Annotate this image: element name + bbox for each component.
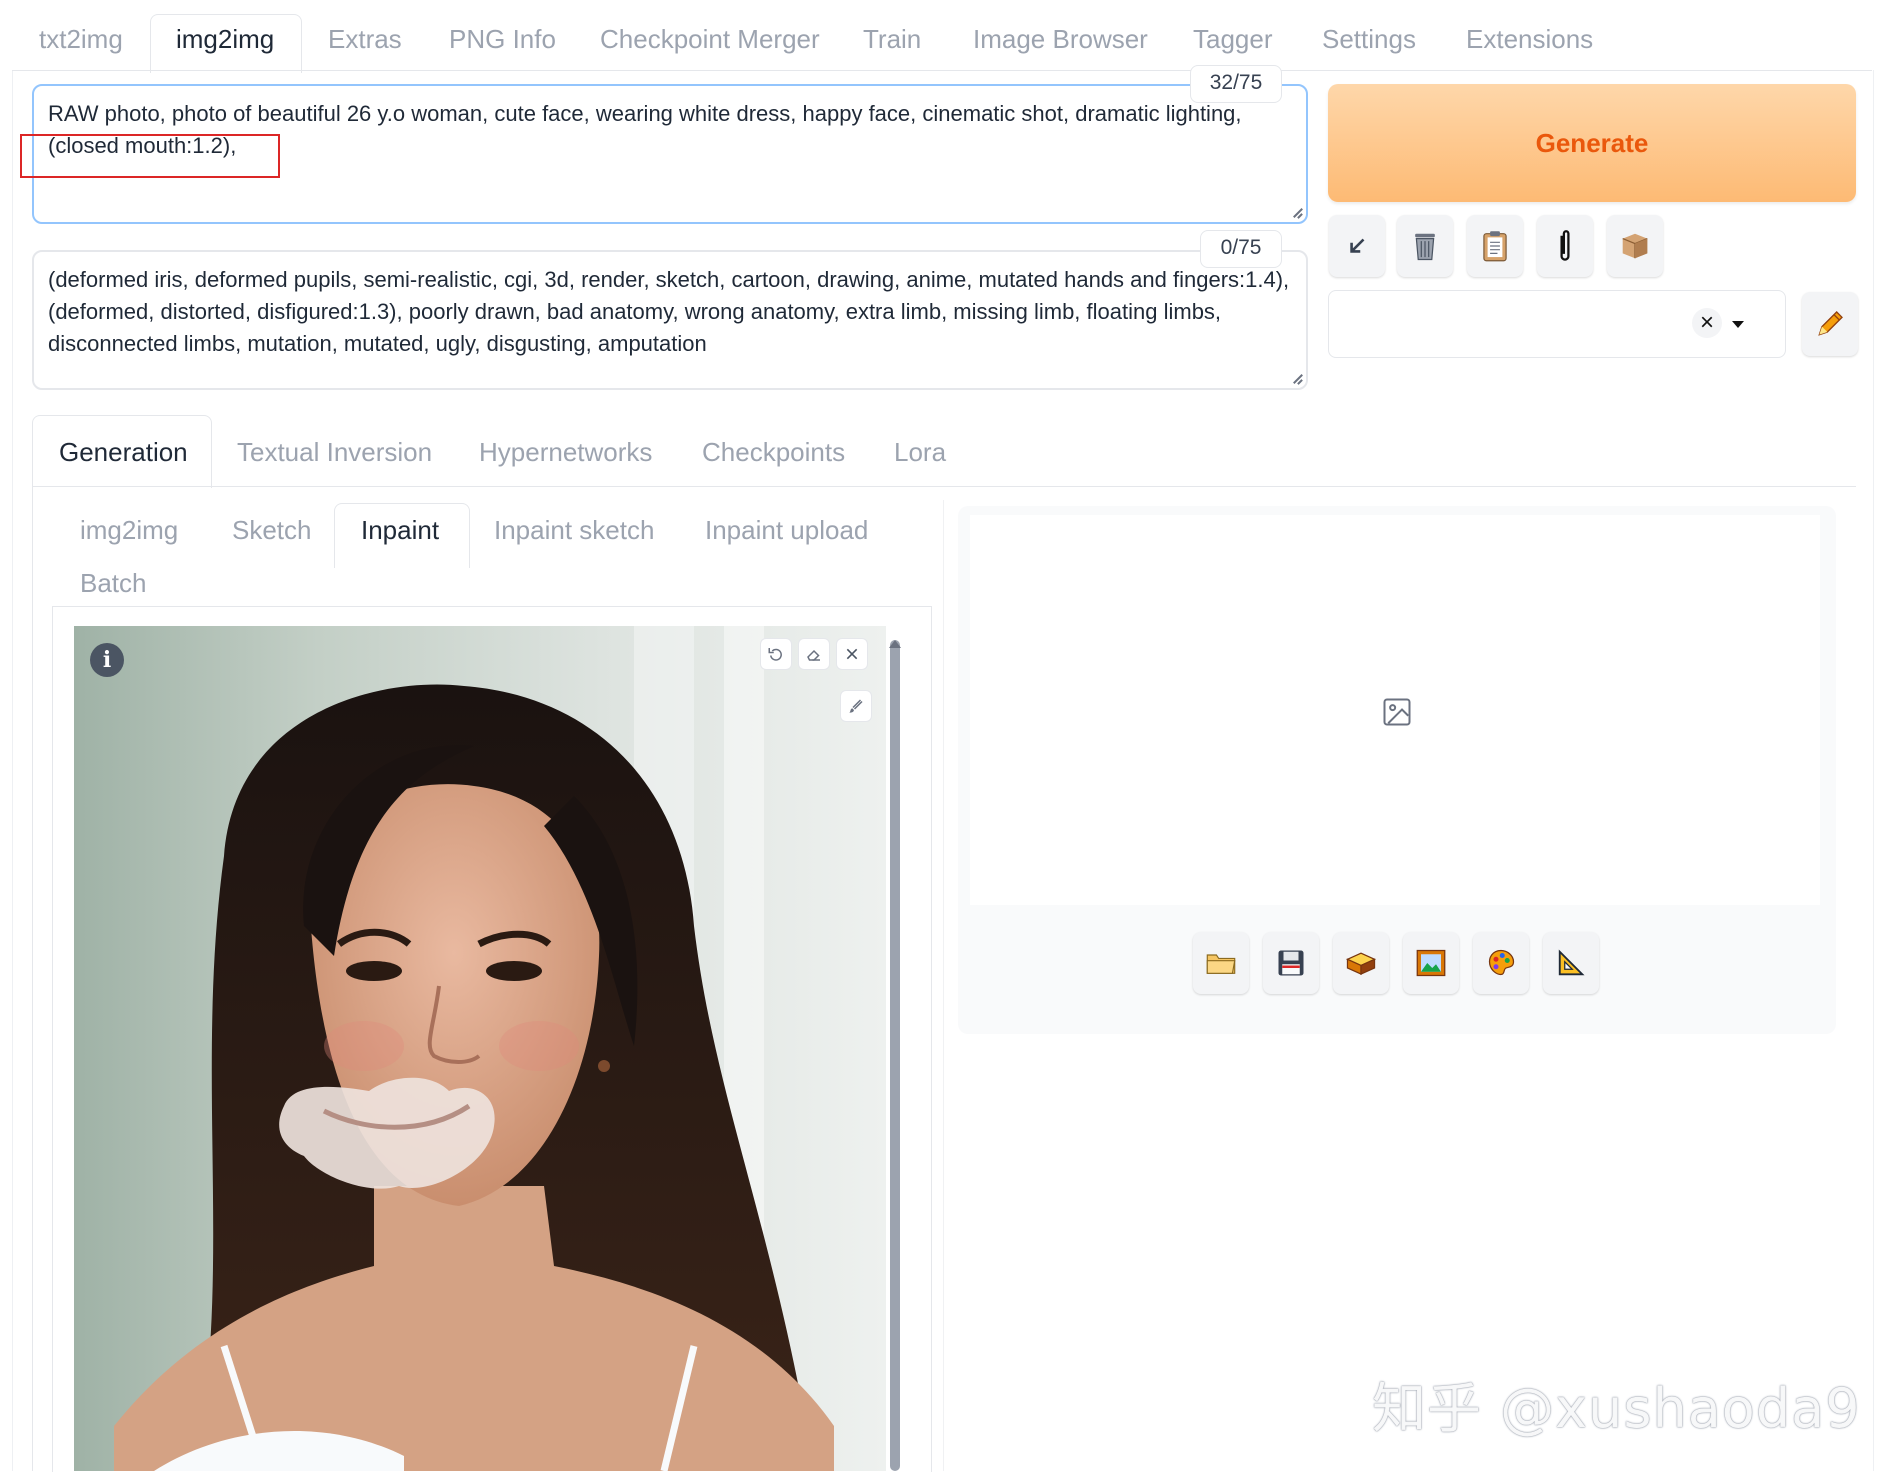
pencil-icon [1818,311,1843,336]
eraser-button[interactable] [798,638,830,670]
undo-icon [768,648,782,661]
tab-textual-inversion[interactable]: Textual Inversion [237,437,432,468]
subtab-batch[interactable]: Batch [80,568,147,599]
tab-image-browser[interactable]: Image Browser [973,24,1148,55]
subtab-sketch[interactable]: Sketch [232,515,312,546]
triangle-ruler-icon [1558,949,1585,976]
tab-lora[interactable]: Lora [894,437,946,468]
tab-hypernetworks[interactable]: Hypernetworks [479,437,652,468]
tab-extensions[interactable]: Extensions [1466,24,1593,55]
subtab-img2img[interactable]: img2img [80,515,178,546]
tab-settings[interactable]: Settings [1322,24,1416,55]
extra-networks-button[interactable] [1537,215,1593,277]
tab-train[interactable]: Train [863,24,921,55]
subtab-inpaint-sketch[interactable]: Inpaint sketch [494,515,654,546]
arrow-down-left-icon [1350,238,1365,253]
palette-icon [1488,949,1515,976]
negative-prompt-token-counter: 0/75 [1200,230,1282,268]
tab-generation[interactable]: Generation [59,437,188,468]
subtab-inpaint-upload[interactable]: Inpaint upload [705,515,868,546]
subtab-inpaint[interactable]: Inpaint [361,515,439,546]
folder-icon [1206,954,1236,974]
save-style-button[interactable] [1607,215,1663,277]
generate-button[interactable]: Generate [1328,84,1856,202]
scroll-up-icon[interactable] [889,640,901,648]
top-tabs-divider [12,70,1872,71]
trash-icon [1415,233,1435,261]
tab-tagger[interactable]: Tagger [1193,24,1273,55]
paste-style-button[interactable] [1467,215,1523,277]
image-placeholder-icon [1383,698,1411,726]
zip-icon [1345,952,1377,976]
edit-styles-button[interactable] [1802,292,1858,356]
send-to-img2img-button[interactable] [1403,932,1459,994]
negative-prompt-textarea[interactable]: (deformed iris, deformed pupils, semi-re… [32,250,1308,390]
save-icon [1278,950,1304,976]
inpaint-image[interactable] [74,626,886,1471]
undo-button[interactable] [760,638,792,670]
tab-img2img[interactable]: img2img [176,24,274,55]
brush-button[interactable] [840,690,872,722]
send-to-inpaint-button[interactable] [1473,932,1529,994]
send-to-extras-button[interactable] [1543,932,1599,994]
tab-txt2img[interactable]: txt2img [39,24,123,55]
annotation-highlight-box [20,134,280,178]
top-tabs: txt2img img2img Extras PNG Info Checkpoi… [12,0,1872,70]
negative-prompt-text: (deformed iris, deformed pupils, semi-re… [48,267,1290,356]
column-divider [943,500,944,1471]
box-icon [1622,233,1648,259]
read-params-button[interactable] [1329,215,1385,277]
close-icon [846,648,858,660]
info-icon[interactable]: i [90,643,124,677]
open-folder-button[interactable] [1193,932,1249,994]
tab-checkpoints[interactable]: Checkpoints [702,437,845,468]
image-icon [1416,949,1446,977]
clipboard-icon [1483,231,1507,262]
eraser-icon [807,649,820,661]
prompt-token-counter: 32/75 [1190,65,1282,103]
portrait-photo [114,626,834,1471]
canvas-scrollbar[interactable] [890,640,900,1471]
save-button[interactable] [1263,932,1319,994]
zip-button[interactable] [1333,932,1389,994]
clear-prompt-button[interactable] [1397,215,1453,277]
tab-checkpoint-merger[interactable]: Checkpoint Merger [600,24,820,55]
clear-image-button[interactable] [836,638,868,670]
tab-png-info[interactable]: PNG Info [449,24,556,55]
output-gallery[interactable] [970,515,1820,905]
prompt-resize-handle[interactable] [1290,206,1302,218]
clear-styles-icon[interactable]: × [1692,308,1722,338]
paperclip-icon [1560,230,1570,261]
chevron-down-icon[interactable] [1732,321,1744,328]
generation-panel-border [32,486,33,1471]
watermark: 知乎 @xushaoda9 [1372,1377,1861,1440]
brush-icon [849,699,863,713]
generation-tabs-divider [32,486,1856,487]
negative-prompt-resize-handle[interactable] [1290,372,1302,384]
tab-extras[interactable]: Extras [328,24,402,55]
